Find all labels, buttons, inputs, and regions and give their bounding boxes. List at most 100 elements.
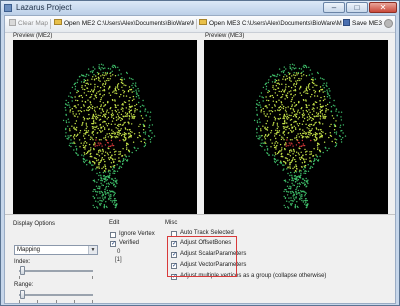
maximize-button[interactable]: □ xyxy=(346,2,368,13)
mesh-point xyxy=(287,145,289,147)
mesh-point xyxy=(293,77,296,79)
mesh-point xyxy=(305,153,307,156)
mesh-point xyxy=(98,191,101,193)
minimize-button[interactable]: – xyxy=(323,2,345,13)
close-button[interactable]: ✕ xyxy=(369,2,397,13)
mesh-point xyxy=(115,135,118,138)
mesh-point xyxy=(261,96,263,98)
mesh-point xyxy=(319,86,322,88)
clear-icon xyxy=(9,18,16,26)
title-bar[interactable]: Lazarus Project – □ ✕ xyxy=(1,1,399,15)
mesh-point xyxy=(87,130,90,132)
mesh-point xyxy=(88,117,91,120)
mesh-point xyxy=(286,115,289,118)
display-options-label: Display Options xyxy=(13,221,56,227)
mesh-point xyxy=(285,115,287,118)
mesh-point xyxy=(286,153,289,155)
mesh-point xyxy=(85,75,87,78)
mesh-point xyxy=(268,154,270,156)
range-slider-thumb[interactable] xyxy=(20,290,25,299)
mesh-point xyxy=(274,75,276,77)
mesh-point xyxy=(292,67,294,69)
mesh-point xyxy=(122,133,124,135)
mesh-point xyxy=(93,197,96,199)
ignore-vertex-checkbox[interactable] xyxy=(110,232,116,238)
mesh-point xyxy=(334,138,336,140)
clear-map-button[interactable]: Clear Map xyxy=(9,18,48,30)
mesh-point xyxy=(324,114,326,116)
options-icon[interactable] xyxy=(384,19,393,28)
mesh-point xyxy=(326,93,329,95)
verified-checkbox[interactable]: ✓ xyxy=(110,241,116,247)
mesh-point xyxy=(305,123,307,126)
mesh-point xyxy=(299,197,301,200)
mesh-point xyxy=(106,118,108,120)
mesh-point xyxy=(275,79,278,82)
mesh-point xyxy=(303,64,305,66)
open-me2-label: Open ME2 xyxy=(64,20,96,27)
mesh-point xyxy=(274,142,276,144)
mesh-point xyxy=(296,176,299,178)
mesh-point xyxy=(290,100,292,103)
mesh-point xyxy=(292,148,295,151)
open-me2-button[interactable]: Open ME2 xyxy=(54,18,95,30)
mesh-point xyxy=(298,77,300,80)
mesh-point xyxy=(107,154,109,156)
mesh-point xyxy=(293,166,296,168)
mesh-point xyxy=(315,112,318,114)
mesh-point xyxy=(291,182,293,184)
mesh-point xyxy=(119,129,122,131)
open-me3-button[interactable]: Open ME3 xyxy=(199,18,240,30)
index-slider-thumb[interactable] xyxy=(20,266,25,275)
mesh-point xyxy=(302,114,304,117)
clear-map-label: Clear Map xyxy=(18,20,48,27)
mesh-point xyxy=(299,79,301,82)
mesh-point xyxy=(329,101,331,104)
mesh-point xyxy=(260,92,263,94)
mesh-point xyxy=(285,189,287,191)
mesh-point xyxy=(98,108,101,110)
mesh-point xyxy=(303,168,305,170)
mesh-point xyxy=(135,96,138,98)
mesh-point xyxy=(78,113,81,115)
save-me3-button[interactable]: Save ME3 xyxy=(343,18,382,30)
mesh-point xyxy=(273,121,275,124)
mesh-point xyxy=(292,195,294,197)
mesh-point xyxy=(302,132,304,135)
mesh-point xyxy=(289,119,292,121)
index-slider-track[interactable] xyxy=(19,270,93,272)
mesh-point xyxy=(103,74,105,77)
mesh-point xyxy=(295,113,297,115)
mesh-point xyxy=(71,86,74,89)
mesh-point xyxy=(319,108,321,110)
mesh-point xyxy=(91,107,94,110)
mesh-point xyxy=(138,101,140,104)
mesh-point xyxy=(109,72,111,75)
mesh-point xyxy=(335,110,337,112)
preview-me3-viewport[interactable] xyxy=(204,40,388,214)
mesh-point xyxy=(108,176,110,179)
mesh-point xyxy=(101,145,103,147)
mesh-point xyxy=(111,144,113,147)
mesh-point xyxy=(114,66,117,69)
mesh-point xyxy=(74,88,76,90)
mesh-point xyxy=(297,206,299,209)
mesh-point xyxy=(264,141,266,143)
mesh-point xyxy=(124,127,127,129)
range-slider-track[interactable] xyxy=(19,294,93,296)
mesh-point xyxy=(293,197,295,199)
mesh-point xyxy=(274,110,276,112)
mesh-point xyxy=(109,68,112,70)
mesh-point xyxy=(292,200,294,202)
mesh-point xyxy=(311,134,314,137)
preview-me2-viewport[interactable] xyxy=(13,40,197,214)
mesh-point xyxy=(126,113,128,116)
mesh-point xyxy=(105,201,107,203)
mesh-point xyxy=(134,111,136,113)
mesh-point xyxy=(114,88,117,90)
mesh-point xyxy=(69,130,71,132)
mesh-point xyxy=(264,138,267,140)
mesh-point xyxy=(275,85,277,87)
display-mode-dropdown[interactable]: Mapping ▼ xyxy=(14,245,98,255)
mesh-point xyxy=(68,104,70,106)
